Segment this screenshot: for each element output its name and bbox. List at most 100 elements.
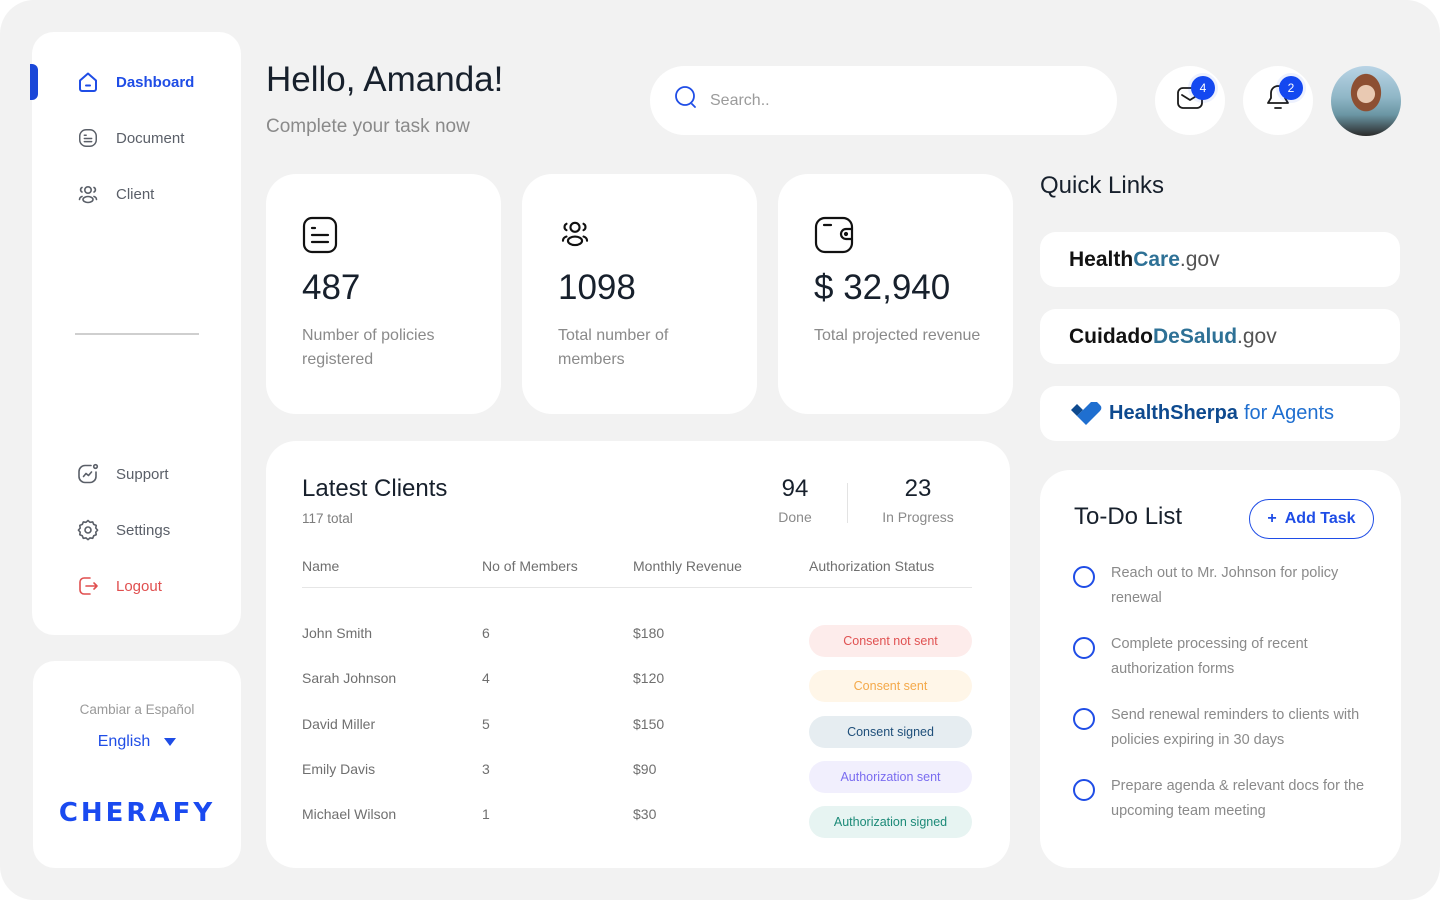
kpi-in-progress: 23 In Progress <box>870 475 966 525</box>
active-nav-indicator <box>30 64 38 100</box>
sidebar-item-document[interactable]: Document <box>76 124 184 152</box>
notifications-count-badge: 2 <box>1279 76 1303 100</box>
link-text: HealthSherpa <box>1109 402 1238 424</box>
client-name: John Smith <box>302 625 373 641</box>
brand-logo: CHERAFY <box>58 798 216 828</box>
table-row[interactable]: Michael Wilson 1 $30 Authorization signed <box>302 798 972 839</box>
client-revenue: $90 <box>633 760 657 777</box>
messages-count-badge: 4 <box>1191 76 1215 100</box>
search-icon <box>674 85 698 116</box>
language-select[interactable]: English <box>33 733 241 751</box>
status-badge: Consent sent <box>809 670 972 703</box>
document-icon <box>302 216 338 254</box>
clients-total: 117 total <box>302 511 353 526</box>
sidebar-item-label: Client <box>116 185 155 203</box>
quick-link-healthsherpa[interactable]: HealthSherpa for Agents <box>1040 386 1400 441</box>
document-icon <box>76 126 100 150</box>
client-revenue: $150 <box>633 715 665 732</box>
language-switch-label: Cambiar a Español <box>79 702 195 717</box>
caret-down-icon <box>164 738 177 746</box>
stat-value: 487 <box>302 268 361 307</box>
todo-text: Prepare agenda & relevant docs for the u… <box>1111 778 1365 819</box>
users-icon <box>558 216 594 254</box>
todo-item: Prepare agenda & relevant docs for the u… <box>1073 778 1373 824</box>
todo-panel: To-Do List + Add Task Reach out to Mr. J… <box>1040 470 1401 868</box>
stat-label: Number of policies registered <box>302 327 435 368</box>
section-title: Latest Clients <box>302 475 448 502</box>
latest-clients-panel: Latest Clients 117 total 94 Done 23 In P… <box>266 441 1010 868</box>
sidebar-item-dashboard[interactable]: Dashboard <box>76 68 194 96</box>
kpi-label: Done <box>778 509 812 525</box>
todo-item: Send renewal reminders to clients with p… <box>1073 707 1373 753</box>
language-card: Cambiar a Español English CHERAFY <box>33 661 241 868</box>
todo-checkbox[interactable] <box>1073 779 1095 801</box>
table-row[interactable]: Emily Davis 3 $90 Authorization sent <box>302 753 972 793</box>
column-header-members[interactable]: No of Members <box>482 558 578 574</box>
column-header-name[interactable]: Name <box>302 558 339 574</box>
client-members: 4 <box>482 670 490 687</box>
link-text: DeSalud <box>1153 324 1238 348</box>
stat-card-revenue: $ 32,940 Total projected revenue <box>778 174 1013 414</box>
quick-links-title: Quick Links <box>1040 172 1165 199</box>
status-badge: Authorization signed <box>809 806 972 839</box>
sidebar-item-client[interactable]: Client <box>76 180 154 208</box>
column-header-revenue[interactable]: Monthly Revenue <box>633 558 742 574</box>
link-text: .gov <box>1179 247 1220 271</box>
table-row[interactable]: Sarah Johnson 4 $120 Consent sent <box>302 662 972 703</box>
todo-text: Send renewal reminders to clients with p… <box>1111 707 1360 748</box>
sidebar-item-settings[interactable]: Settings <box>76 516 170 544</box>
user-avatar[interactable] <box>1331 66 1401 136</box>
plus-icon: + <box>1267 510 1277 527</box>
todo-text: Reach out to Mr. Johnson for policy rene… <box>1111 565 1339 606</box>
stat-card-policies: 487 Number of policies registered <box>266 174 501 414</box>
todo-checkbox[interactable] <box>1073 708 1095 730</box>
add-task-button[interactable]: + Add Task <box>1249 499 1374 539</box>
sidebar-item-logout[interactable]: Logout <box>76 572 162 600</box>
stat-card-members: 1098 Total number of members <box>522 174 757 414</box>
quick-link-healthcare-gov[interactable]: Health Care .gov <box>1040 232 1400 287</box>
table-row[interactable]: David Miller 5 $150 Consent signed <box>302 708 972 748</box>
stat-value: 1098 <box>558 268 636 307</box>
client-revenue: $30 <box>633 806 657 823</box>
home-icon <box>76 70 100 94</box>
client-name: Sarah Johnson <box>302 670 397 687</box>
sidebar: Dashboard Document Client Support Settin… <box>30 32 241 635</box>
search-bar[interactable] <box>650 66 1117 135</box>
sidebar-item-label: Support <box>116 465 169 483</box>
messages-button[interactable]: 4 <box>1155 66 1225 135</box>
section-title: To-Do List <box>1074 503 1183 530</box>
link-text: .gov <box>1237 324 1277 348</box>
search-input[interactable] <box>710 91 1090 110</box>
page-title: Hello, Amanda! <box>266 60 504 99</box>
link-text: Care <box>1133 247 1180 271</box>
table-row[interactable]: John Smith 6 $180 Consent not sent <box>302 617 972 657</box>
status-badge: Consent not sent <box>809 625 972 657</box>
quick-link-cuidadodesalud-gov[interactable]: Cuidado DeSalud .gov <box>1040 309 1400 364</box>
kpi-done: 94 Done <box>770 475 820 525</box>
gear-icon <box>76 518 100 542</box>
todo-checkbox[interactable] <box>1073 566 1095 588</box>
client-members: 5 <box>482 715 490 732</box>
sidebar-item-support[interactable]: Support <box>76 460 169 488</box>
chart-support-icon <box>76 462 100 486</box>
sidebar-item-label: Logout <box>116 577 162 595</box>
add-task-label: Add Task <box>1284 510 1356 527</box>
table-header: Name No of Members Monthly Revenue Autho… <box>302 558 972 588</box>
client-members: 6 <box>482 625 490 641</box>
notifications-button[interactable]: 2 <box>1243 66 1313 135</box>
todo-item: Complete processing of recent authorizat… <box>1073 636 1373 682</box>
client-name: Michael Wilson <box>302 806 397 823</box>
stat-value: $ 32,940 <box>814 268 951 307</box>
sidebar-item-label: Document <box>116 129 185 147</box>
client-revenue: $180 <box>633 625 665 641</box>
status-badge: Consent signed <box>809 715 972 748</box>
logout-icon <box>76 574 100 598</box>
client-members: 1 <box>482 806 490 823</box>
link-text: for Agents <box>1243 402 1334 424</box>
todo-checkbox[interactable] <box>1073 637 1095 659</box>
todo-item: Reach out to Mr. Johnson for policy rene… <box>1073 565 1373 611</box>
column-header-status[interactable]: Authorization Status <box>809 558 934 574</box>
healthsherpa-logo-icon <box>1069 401 1103 426</box>
kpi-value: 23 <box>904 475 932 502</box>
sidebar-divider <box>75 333 199 335</box>
